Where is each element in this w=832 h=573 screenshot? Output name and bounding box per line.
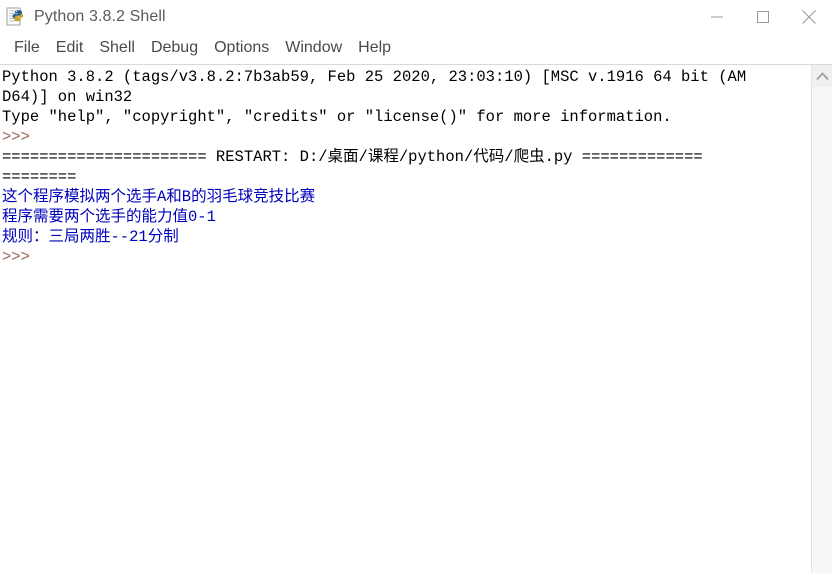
menu-file[interactable]: File [6,37,48,60]
menu-help[interactable]: Help [350,37,399,60]
shell-text-area[interactable]: Python 3.8.2 (tags/v3.8.2:7b3ab59, Feb 2… [0,65,811,573]
vertical-scrollbar[interactable] [811,65,832,573]
scrollbar-track[interactable] [812,87,832,573]
minimize-button[interactable] [694,0,740,33]
shell-line-prompt: >>> [2,128,40,146]
shell-line-stdin: Python 3.8.2 (tags/v3.8.2:7b3ab59, Feb 2… [2,68,747,86]
shell-line-stdin: D64)] on win32 [2,88,133,106]
menu-shell[interactable]: Shell [91,37,143,60]
shell-line-stdout: 程序需要两个选手的能力值0-1 [2,208,216,226]
window-controls [694,0,832,33]
menu-debug[interactable]: Debug [143,37,206,60]
shell-body: Python 3.8.2 (tags/v3.8.2:7b3ab59, Feb 2… [0,65,832,573]
shell-line-restart: ======== [2,168,77,186]
menu-window[interactable]: Window [277,37,350,60]
close-button[interactable] [786,0,832,33]
window-title: Python 3.8.2 Shell [34,7,166,25]
python-idle-icon [6,7,26,27]
menu-bar: File Edit Shell Debug Options Window Help [0,33,832,65]
chevron-up-icon[interactable] [812,65,832,87]
shell-line-restart: ====================== RESTART: D:/桌面/课程… [2,148,703,166]
python-idle-shell-window: Python 3.8.2 Shell File Edit Shell Debug Opt… [0,0,832,573]
shell-line-stdout: 这个程序模拟两个选手A和B的羽毛球竞技比赛 [2,188,316,206]
title-bar: Python 3.8.2 Shell [0,0,832,33]
shell-line-stdin: Type "help", "copyright", "credits" or "… [2,108,672,126]
maximize-button[interactable] [740,0,786,33]
menu-edit[interactable]: Edit [48,37,92,60]
shell-line-stdout: 规则：三局两胜--21分制 [2,228,179,246]
shell-line-prompt: >>> [2,248,40,266]
menu-options[interactable]: Options [206,37,277,60]
